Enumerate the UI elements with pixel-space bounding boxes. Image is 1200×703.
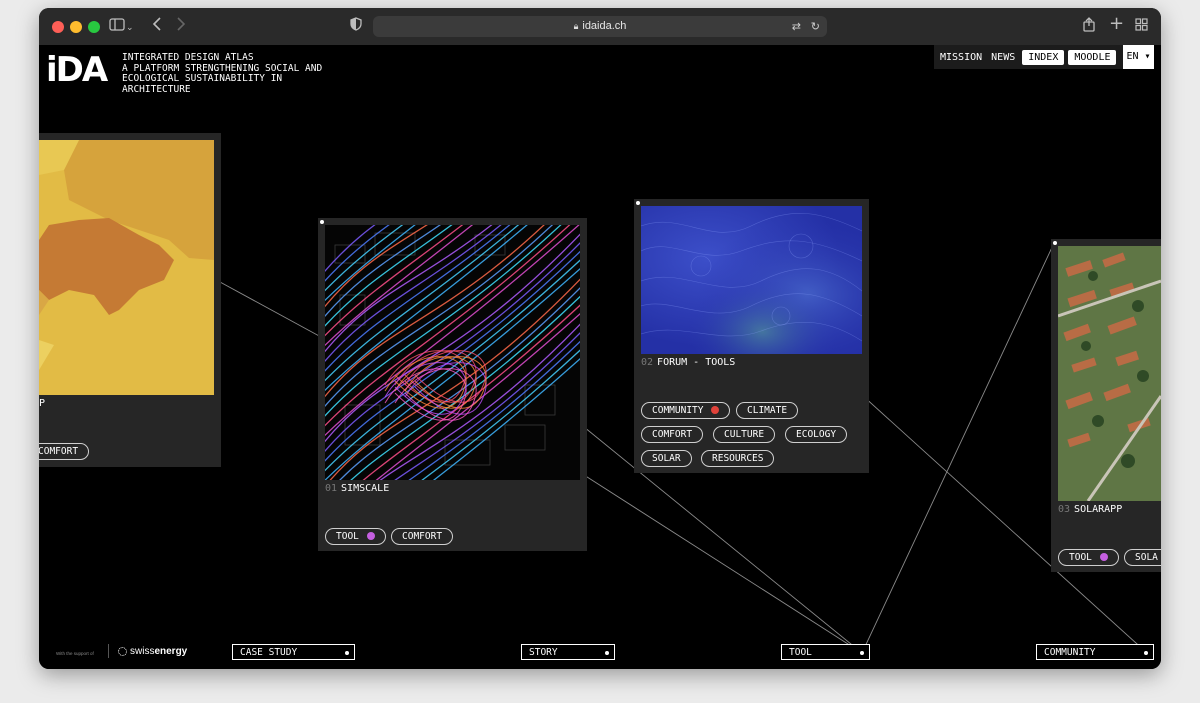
- sponsor-name-bold: energy: [154, 646, 188, 657]
- tagline-line: INTEGRATED DESIGN ATLAS: [122, 52, 254, 63]
- card-number: 03: [1058, 504, 1071, 515]
- flow-field-image: [641, 206, 862, 354]
- card-title: 03 SOLARAPP: [1058, 504, 1122, 515]
- tool-dot-icon: [1099, 553, 1108, 561]
- card-number: 02: [641, 357, 654, 368]
- tag-culture[interactable]: CULTURE: [713, 426, 776, 443]
- filter-story[interactable]: STORY: [521, 644, 615, 660]
- browser-window: ⌄ 🔒︎ idaida.ch ⇄ ↻ + iDA INTEGRATED DESI…: [39, 8, 1161, 669]
- filter-case-study[interactable]: CASE STUDY: [232, 644, 355, 660]
- nav-news-link[interactable]: NEWS: [988, 52, 1018, 63]
- community-dot-icon: [711, 406, 720, 414]
- tagline-line: ARCHITECTURE: [122, 83, 191, 95]
- address-bar[interactable]: 🔒︎ idaida.ch ⇄ ↻: [373, 16, 827, 37]
- filter-dot-icon: [345, 651, 349, 655]
- card-forum-tools[interactable]: 02 FORUM - TOOLS COMMUNITY CLIMATE COMFOR…: [634, 199, 869, 473]
- card-number: 01: [325, 483, 338, 494]
- tool-dot-icon: [366, 532, 375, 540]
- card-map[interactable]: P COMFORT: [39, 133, 221, 467]
- card-title-text: SOLARAPP: [1074, 504, 1123, 515]
- top-navigation: MISSION NEWS INDEX MOODLE: [934, 45, 1124, 69]
- tag-label: TOOL: [1069, 552, 1092, 563]
- filter-dot-icon: [605, 651, 609, 655]
- tag-label: COMMUNITY: [652, 405, 704, 416]
- sponsor-name-light: swiss: [130, 646, 155, 657]
- streamline: [350, 295, 580, 480]
- tagline-line: ECOLOGICAL SUSTAINABILITY IN: [122, 73, 283, 84]
- filter-dot-icon: [860, 651, 864, 655]
- forward-arrow-icon[interactable]: [176, 17, 186, 35]
- minimize-window-button[interactable]: [70, 21, 82, 33]
- card-anchor-dot: [1053, 241, 1057, 245]
- card-anchor-dot: [320, 220, 324, 224]
- nav-moodle-button[interactable]: MOODLE: [1068, 49, 1117, 65]
- browser-toolbar: ⌄ 🔒︎ idaida.ch ⇄ ↻ +: [39, 8, 1161, 46]
- filter-label: STORY: [529, 647, 558, 658]
- tag-community[interactable]: COMMUNITY: [641, 402, 731, 419]
- sponsor-divider: [108, 644, 109, 658]
- new-tab-icon[interactable]: +: [1109, 15, 1124, 33]
- filter-label: CASE STUDY: [240, 647, 298, 658]
- logo[interactable]: iDA: [46, 53, 108, 87]
- nav-index-button[interactable]: INDEX: [1022, 49, 1065, 65]
- wind-streamlines-image: [325, 225, 580, 480]
- streamline: [325, 225, 376, 273]
- url-text: idaida.ch: [582, 20, 627, 32]
- tab-overview-icon[interactable]: [1135, 17, 1148, 35]
- tag-comfort[interactable]: COMFORT: [391, 528, 454, 545]
- filter-dot-icon: [1144, 651, 1148, 655]
- close-window-button[interactable]: [52, 21, 64, 33]
- support-text: With the support of: [56, 651, 94, 656]
- swiss-map-image: [39, 140, 214, 395]
- tag-tool[interactable]: TOOL: [1058, 549, 1119, 566]
- card-solarapp[interactable]: 03 SOLARAPP TOOL SOLA: [1051, 239, 1161, 572]
- filter-community[interactable]: COMMUNITY: [1036, 644, 1154, 660]
- shield-icon[interactable]: [350, 17, 362, 35]
- tag-comfort[interactable]: COMFORT: [641, 426, 704, 443]
- card-anchor-dot: [636, 201, 640, 205]
- streamline: [325, 225, 554, 408]
- nav-mission-link[interactable]: MISSION: [937, 52, 985, 63]
- sun-icon: [118, 647, 127, 656]
- tag-solar[interactable]: SOLA: [1124, 549, 1161, 566]
- filter-label: TOOL: [789, 647, 812, 658]
- reload-icon[interactable]: ↻: [811, 16, 820, 37]
- sponsor-logo[interactable]: swissenergy: [118, 646, 187, 657]
- card-title-text: SIMSCALE: [341, 483, 390, 494]
- chevron-down-icon[interactable]: ⌄: [126, 19, 134, 37]
- back-arrow-icon[interactable]: [152, 17, 162, 35]
- tag-resources[interactable]: RESOURCES: [701, 450, 775, 467]
- aerial-photo-image: [1058, 246, 1161, 501]
- tag-tool[interactable]: TOOL: [325, 528, 386, 545]
- tag-ecology[interactable]: ECOLOGY: [785, 426, 848, 443]
- site-tagline: INTEGRATED DESIGN ATLAS A PLATFORM STREN…: [122, 52, 352, 95]
- translate-icon[interactable]: ⇄: [792, 16, 801, 37]
- card-title: 02 FORUM - TOOLS: [641, 357, 735, 368]
- lock-icon: 🔒︎: [573, 21, 579, 31]
- tag-comfort[interactable]: COMFORT: [39, 443, 90, 460]
- filter-label: COMMUNITY: [1044, 647, 1096, 658]
- card-title-text: FORUM - TOOLS: [657, 357, 736, 368]
- tag-climate[interactable]: CLIMATE: [736, 402, 799, 419]
- sidebar-icon[interactable]: [109, 17, 125, 35]
- card-simscale[interactable]: 01 SIMSCALE TOOL COMFORT: [318, 218, 587, 551]
- tag-label: TOOL: [336, 531, 359, 542]
- language-selector[interactable]: EN ▾: [1123, 45, 1154, 69]
- filter-tool[interactable]: TOOL: [781, 644, 870, 660]
- share-icon[interactable]: [1083, 17, 1095, 36]
- card-title: 01 SIMSCALE: [325, 483, 389, 494]
- tag-solar[interactable]: SOLAR: [641, 450, 692, 467]
- page-content: iDA INTEGRATED DESIGN ATLAS A PLATFORM S…: [39, 45, 1161, 669]
- zoom-window-button[interactable]: [88, 21, 100, 33]
- card-title: P: [39, 398, 46, 409]
